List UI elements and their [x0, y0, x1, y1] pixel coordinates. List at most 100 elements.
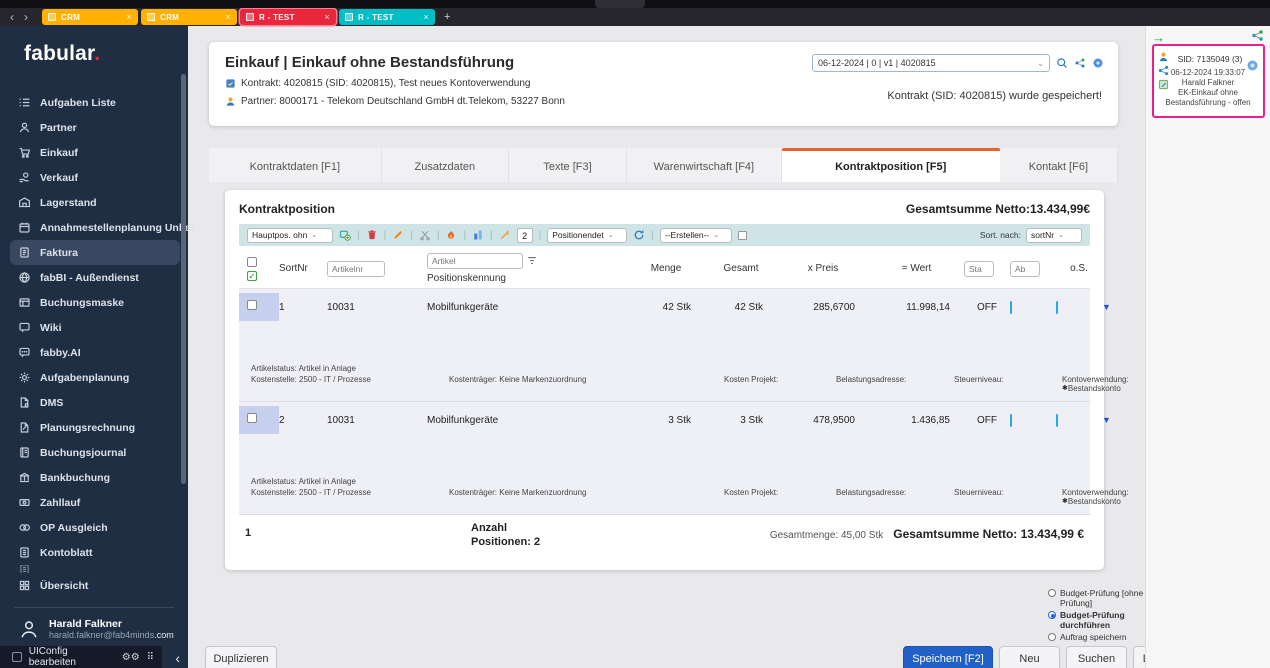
add-position-icon[interactable] [339, 229, 351, 241]
artikelnr-filter-input[interactable] [327, 261, 385, 277]
sidebar-item-op-ausgleich[interactable]: OP Ausgleich [10, 515, 180, 540]
close-icon[interactable]: × [423, 12, 429, 22]
version-select[interactable]: 06-12-2024 | 0 | v1 | 4020815⌄ [812, 54, 1050, 72]
sidebar-item-planungsrechnung[interactable]: Planungsrechnung [10, 415, 180, 440]
sidebar-item-aufgaben-liste[interactable]: Aufgaben Liste [10, 90, 180, 115]
suchen-button[interactable]: Suchen [1066, 646, 1127, 668]
radio-icon[interactable] [1048, 611, 1056, 619]
sort-select[interactable]: sortNr⌄ [1026, 228, 1082, 243]
close-icon[interactable]: × [126, 12, 132, 22]
radio-icon[interactable] [1048, 633, 1056, 641]
edit-position-icon[interactable] [392, 229, 404, 241]
artikelnr-filter-field[interactable] [332, 264, 380, 274]
tab-kontraktposition-f5[interactable]: Kontraktposition [F5] [782, 148, 1000, 182]
browser-tab-crm[interactable]: CRM × [141, 9, 237, 25]
sidebar-scrollbar[interactable] [181, 74, 186, 484]
tab-kontraktdaten-f1[interactable]: Kontraktdaten [F1] [209, 148, 382, 182]
delete-position-icon[interactable] [366, 229, 378, 241]
sidebar-collapse-button[interactable]: ‹ [175, 650, 180, 666]
browser-tab-r-test[interactable]: R - TEST × [339, 9, 435, 25]
row-checkbox[interactable] [247, 300, 257, 310]
session-refresh-icon[interactable] [1247, 58, 1258, 69]
history-forward-icon[interactable]: › [24, 10, 28, 24]
neu-button[interactable]: Neu [999, 646, 1060, 668]
green-arrow-icon[interactable]: → [1152, 30, 1165, 45]
uiconfig-checkbox[interactable] [12, 652, 22, 662]
toolbar-checkbox[interactable] [738, 231, 747, 240]
favicon [48, 13, 56, 21]
sidebar-item-partner[interactable]: Partner [10, 115, 180, 140]
sidebar-item-zahllauf[interactable]: Zahllauf [10, 490, 180, 515]
artikel-filter-field[interactable] [432, 256, 518, 266]
refresh-icon[interactable] [633, 229, 645, 241]
table-row[interactable]: 2 10031 Mobilfunkgeräte 3 Stk 3 Stk 478,… [239, 402, 1090, 515]
preview-icon[interactable] [1056, 57, 1068, 69]
sidebar-item-fabbi-au-endienst[interactable]: fabBI - Außendienst [10, 265, 180, 290]
sidebar-item-annahmestellenplanung-unkel[interactable]: Annahmestellenplanung Unkel [10, 215, 180, 240]
gears-icon[interactable]: ⚙⚙ [122, 652, 140, 663]
history-back-icon[interactable]: ‹ [10, 10, 14, 24]
drag-grid-icon[interactable]: ⠿ [147, 652, 154, 663]
os-checkbox[interactable] [1056, 414, 1058, 427]
session-card[interactable]: SID: 7135049 (3) 06-12-2024 19:33:07 Har… [1152, 44, 1265, 118]
close-icon[interactable]: × [324, 12, 330, 22]
sidebar-item-buchungsmaske[interactable]: Buchungsmaske [10, 290, 180, 315]
col-os: o.S. [1056, 263, 1102, 274]
info-circle-icon[interactable] [1092, 57, 1104, 69]
ab-checkbox[interactable] [1010, 301, 1012, 314]
row-expand-icon[interactable]: ▼ [1102, 415, 1121, 425]
ab-filter-input[interactable] [1010, 261, 1040, 277]
columns-icon[interactable] [472, 229, 484, 241]
tab-texte-f3[interactable]: Texte [F3] [509, 148, 627, 182]
cart-icon [18, 146, 31, 159]
sidebar-item-item[interactable] [10, 565, 180, 573]
filter-checked-checkbox[interactable]: ✓ [247, 271, 257, 281]
status-message: Kontrakt (SID: 4020815) wurde gespeicher… [887, 90, 1102, 102]
row-expand-icon[interactable]: ▼ [1102, 302, 1121, 312]
sidebar-item-bankbuchung[interactable]: Bankbuchung [10, 465, 180, 490]
hauptposition-select[interactable]: Hauptpos. ohn⌄ [247, 228, 333, 243]
flame-icon[interactable] [445, 229, 457, 241]
share-nodes-icon[interactable] [1074, 57, 1086, 69]
select-all-checkbox[interactable] [247, 257, 257, 267]
ab-filter-field[interactable] [1015, 264, 1035, 274]
sidebar-item-kontoblatt[interactable]: Kontoblatt [10, 540, 180, 565]
tab-zusatzdaten[interactable]: Zusatzdaten [382, 148, 509, 182]
position-count-input[interactable]: 2 [517, 228, 533, 243]
browser-tab-crm[interactable]: CRM × [42, 9, 138, 25]
status-filter-input[interactable] [964, 261, 994, 277]
cut-icon[interactable] [419, 229, 431, 241]
tab-kontakt-f6[interactable]: Kontakt [F6] [1000, 148, 1118, 182]
os-checkbox[interactable] [1056, 301, 1058, 314]
sidebar-item-faktura[interactable]: Faktura [10, 240, 180, 265]
sidebar-item-buchungsjournal[interactable]: Buchungsjournal [10, 440, 180, 465]
tab-warenwirtschaft-f4[interactable]: Warenwirtschaft [F4] [627, 148, 782, 182]
status-filter-field[interactable] [969, 264, 989, 274]
erstellen-select[interactable]: --Erstellen--⌄ [660, 228, 732, 243]
speichern-button[interactable]: Speichern [F2] [903, 646, 993, 668]
wand-icon[interactable] [499, 229, 511, 241]
artikel-filter-input[interactable] [427, 253, 523, 269]
sidebar-item-bersicht[interactable]: Übersicht [10, 573, 180, 598]
sidebar-item-fabby-ai[interactable]: fabby.AI [10, 340, 180, 365]
share-icon[interactable] [1251, 29, 1264, 42]
sidebar-item-wiki[interactable]: Wiki [10, 315, 180, 340]
contract-header-card: Einkauf | Einkauf ohne Bestandsführung K… [209, 42, 1118, 126]
new-tab-button[interactable]: + [444, 11, 450, 23]
duplizieren-button[interactable]: Duplizieren [205, 646, 277, 668]
ab-checkbox[interactable] [1010, 414, 1012, 427]
separator: | [463, 230, 466, 241]
sidebar-item-lagerstand[interactable]: Lagerstand [10, 190, 180, 215]
radio-icon[interactable] [1048, 589, 1056, 597]
filter-funnel-icon[interactable] [527, 256, 537, 266]
sidebar-item-dms[interactable]: DMS [10, 390, 180, 415]
sidebar-item-einkauf[interactable]: Einkauf [10, 140, 180, 165]
browser-tab-r-test[interactable]: R - TEST × [240, 9, 336, 25]
position-detail-select[interactable]: Positionendet⌄ [547, 228, 627, 243]
sidebar-item-aufgabenplanung[interactable]: Aufgabenplanung [10, 365, 180, 390]
row-checkbox[interactable] [247, 413, 257, 423]
bank-icon [18, 471, 31, 484]
sidebar-item-verkauf[interactable]: Verkauf [10, 165, 180, 190]
table-row[interactable]: 1 10031 Mobilfunkgeräte 42 Stk 42 Stk 28… [239, 289, 1090, 402]
close-icon[interactable]: × [225, 12, 231, 22]
